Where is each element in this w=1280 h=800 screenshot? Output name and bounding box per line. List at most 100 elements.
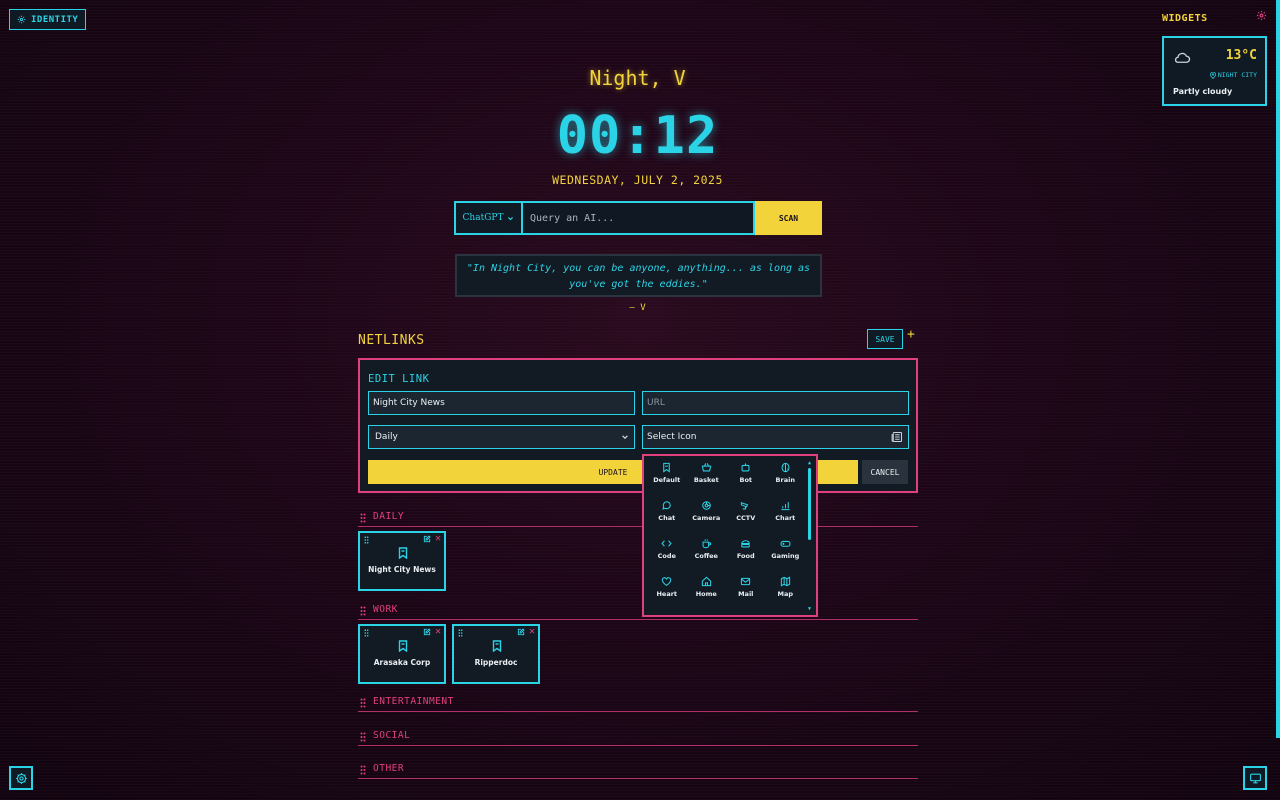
- code-icon: [661, 540, 672, 547]
- ai-search-bar: ChatGPT SCAN: [454, 201, 822, 235]
- identity-button[interactable]: IDENTITY: [9, 9, 87, 30]
- cloud-icon: [1174, 52, 1191, 63]
- category-select[interactable]: Daily: [368, 425, 635, 449]
- category-entertainment: ENTERTAINMENT: [358, 694, 918, 712]
- drag-handle-icon[interactable]: [458, 629, 463, 637]
- link-label: Arasaka Corp: [373, 658, 431, 667]
- heart-icon: [662, 577, 672, 586]
- icon-option-camera[interactable]: Camera: [687, 500, 727, 538]
- icon-option-label: Gaming: [771, 552, 800, 560]
- icon-option-gaming[interactable]: Gaming: [766, 538, 806, 576]
- link-url-field[interactable]: URL: [642, 391, 909, 415]
- icon-select-label: Select Icon: [647, 432, 697, 442]
- icon-option-label: Chat: [658, 514, 676, 522]
- drag-handle-icon[interactable]: [364, 536, 369, 544]
- icon-option-map[interactable]: Map: [766, 576, 806, 614]
- icon-option-food[interactable]: Food: [726, 538, 766, 576]
- bookmark-icon: [398, 640, 408, 652]
- save-button[interactable]: SAVE: [867, 329, 903, 349]
- page-scrollbar[interactable]: [1276, 0, 1280, 738]
- picker-scrollbar-thumb[interactable]: [808, 468, 811, 540]
- icon-option-label: Brain: [775, 476, 795, 484]
- icon-option-brain[interactable]: Brain: [766, 462, 806, 500]
- netlinks-title: NETLINKS: [358, 333, 425, 348]
- home-icon: [701, 576, 711, 587]
- icon-option-default[interactable]: Default: [647, 462, 687, 500]
- icon-option-chat[interactable]: Chat: [647, 500, 687, 538]
- icon-option-label: Coffee: [694, 552, 718, 560]
- delete-icon[interactable]: ✕: [529, 626, 535, 637]
- link-label: Night City News: [368, 565, 436, 574]
- category-name: ENTERTAINMENT: [373, 696, 454, 707]
- delete-icon[interactable]: ✕: [435, 626, 441, 637]
- icon-option-home[interactable]: Home: [687, 576, 727, 614]
- gear-icon: [17, 15, 26, 24]
- icon-option-label: Code: [657, 552, 676, 560]
- settings-button[interactable]: [9, 766, 33, 790]
- chevron-down-icon: [622, 435, 628, 440]
- category-name: OTHER: [373, 763, 405, 774]
- weather-temperature: 13°C: [1225, 48, 1257, 63]
- category-name: WORK: [373, 604, 398, 615]
- scan-button[interactable]: SCAN: [755, 201, 822, 235]
- category-other: OTHER: [358, 761, 918, 779]
- clock: 00:12: [556, 106, 719, 166]
- edit-icon[interactable]: [423, 535, 431, 543]
- bookmark-icon: [492, 640, 502, 652]
- scroll-down-arrow[interactable]: ▼: [806, 606, 813, 612]
- newspaper-icon: [891, 431, 903, 443]
- icon-option-label: Bot: [739, 476, 753, 484]
- icon-option-basket[interactable]: Basket: [687, 462, 727, 500]
- link-card[interactable]: ✕ Ripperdoc: [452, 624, 540, 684]
- icon-option-mail[interactable]: Mail: [726, 576, 766, 614]
- drag-handle-icon[interactable]: [360, 765, 366, 775]
- drag-handle-icon[interactable]: [360, 698, 366, 708]
- link-card[interactable]: ✕ Night City News: [358, 531, 446, 591]
- drag-handle-icon[interactable]: [364, 629, 369, 637]
- add-link-button[interactable]: +: [907, 327, 915, 342]
- quote-author: — V: [629, 303, 646, 313]
- display-mode-button[interactable]: [1243, 766, 1267, 790]
- category-work: WORK: [358, 602, 918, 620]
- quote-box: "In Night City, you can be anyone, anyth…: [455, 254, 822, 297]
- drag-handle-icon[interactable]: [360, 606, 366, 616]
- delete-icon[interactable]: ✕: [435, 533, 441, 544]
- link-name-field[interactable]: Night City News: [368, 391, 635, 415]
- engine-label: ChatGPT: [462, 213, 504, 223]
- cancel-button[interactable]: CANCEL: [862, 460, 908, 484]
- drag-handle-icon[interactable]: [360, 513, 366, 523]
- engine-select[interactable]: ChatGPT: [454, 201, 523, 235]
- gamepad-icon: [780, 540, 791, 547]
- drag-handle-icon[interactable]: [360, 732, 366, 742]
- icon-option-label: Heart: [656, 590, 678, 598]
- category-name: SOCIAL: [373, 730, 411, 741]
- link-card[interactable]: ✕ Arasaka Corp: [358, 624, 446, 684]
- chart-icon: [781, 502, 790, 511]
- category-select-value: Daily: [375, 432, 398, 442]
- edit-icon[interactable]: [423, 628, 431, 636]
- edit-icon[interactable]: [517, 628, 525, 636]
- icon-option-bot[interactable]: Bot: [726, 462, 766, 500]
- chevron-down-icon: [508, 216, 514, 220]
- camera-icon: [701, 501, 711, 510]
- icon-option-cctv[interactable]: CCTV: [726, 500, 766, 538]
- icon-option-coffee[interactable]: Coffee: [687, 538, 727, 576]
- icon-option-code[interactable]: Code: [647, 538, 687, 576]
- category-daily: DAILY: [358, 509, 918, 527]
- icon-option-label: Chart: [775, 514, 796, 522]
- icon-option-heart[interactable]: Heart: [647, 576, 687, 614]
- map-icon: [780, 576, 790, 587]
- ai-query-input[interactable]: [523, 201, 755, 235]
- icon-option-label: Mail: [738, 590, 754, 598]
- icon-option-label: Basket: [693, 476, 719, 484]
- brain-icon: [781, 462, 790, 473]
- icon-select[interactable]: Select Icon: [642, 425, 909, 449]
- icon-option-label: Camera: [692, 514, 721, 522]
- coffee-icon: [702, 539, 711, 549]
- icon-option-label: Food: [736, 552, 755, 560]
- icon-picker-dropdown: Default Basket Bot Brain Chat Camera CCT…: [642, 454, 818, 617]
- scroll-up-arrow[interactable]: ▲: [806, 460, 813, 466]
- icon-option-label: CCTV: [736, 514, 756, 522]
- icon-option-chart[interactable]: Chart: [766, 500, 806, 538]
- widgets-settings-icon[interactable]: [1256, 10, 1267, 21]
